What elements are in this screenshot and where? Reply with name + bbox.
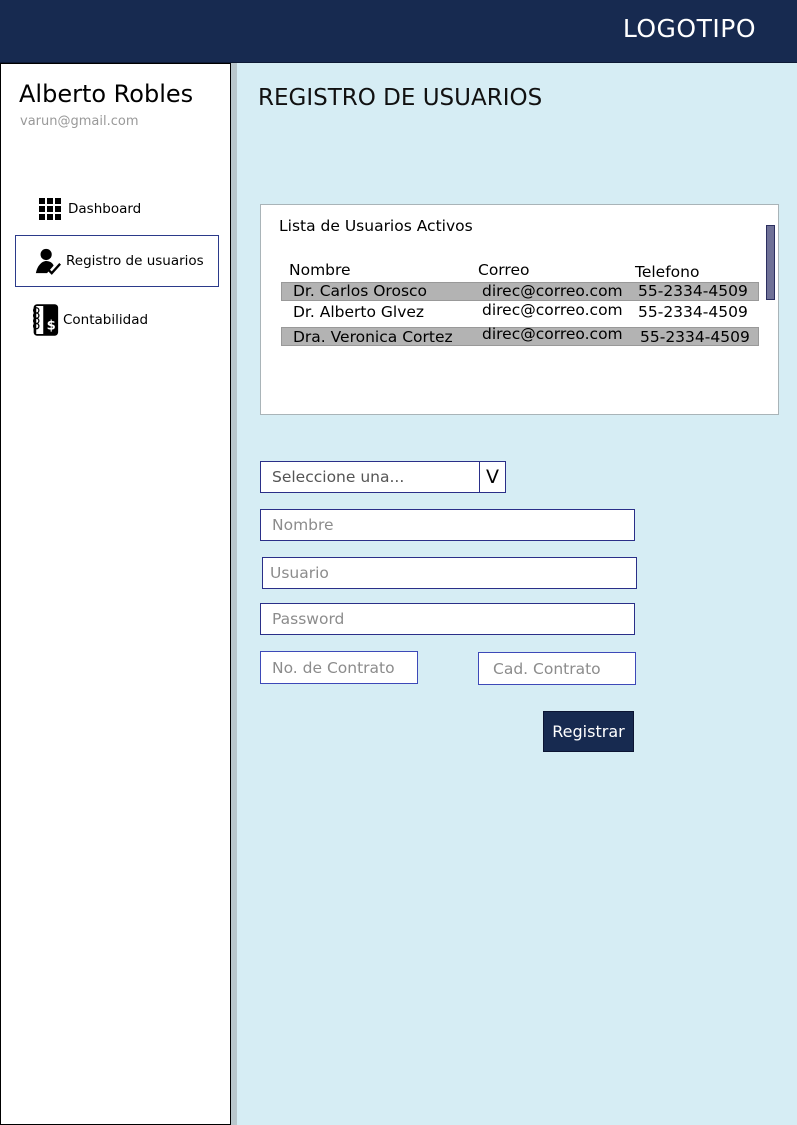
user-check-icon <box>34 246 62 276</box>
sidebar-item-label: Contabilidad <box>63 312 149 328</box>
sidebar-item-registro-usuarios[interactable]: Registro de usuarios <box>15 235 219 287</box>
column-header-nombre: Nombre <box>289 261 351 279</box>
sidebar-item-label: Dashboard <box>68 201 142 217</box>
table-row[interactable]: Dra. Veronica Cortez direc@correo.com 55… <box>281 325 759 346</box>
select-dropdown-button[interactable]: V <box>479 461 506 493</box>
sidebar-item-contabilidad[interactable]: $ Contabilidad <box>15 294 219 346</box>
page-title: REGISTRO DE USUARIOS <box>258 85 543 111</box>
panel-title: Lista de Usuarios Activos <box>279 217 473 235</box>
column-header-correo: Correo <box>478 261 530 279</box>
cell-nombre: Dr. Carlos Orosco <box>293 282 428 300</box>
cad-contrato-input[interactable]: Cad. Contrato <box>478 652 636 685</box>
role-select[interactable]: Seleccione una... <box>260 461 480 493</box>
ledger-dollar-icon: $ <box>31 301 59 339</box>
user-email: varun@gmail.com <box>20 114 139 129</box>
top-header-bar: LOGOTIPO <box>0 0 797 63</box>
usuario-input[interactable]: Usuario <box>262 557 637 589</box>
contrato-input[interactable]: No. de Contrato <box>260 651 418 684</box>
table-row[interactable]: Dr. Alberto Glvez direc@correo.com 55-23… <box>281 301 759 323</box>
cell-telefono: 55-2334-4509 <box>638 282 748 300</box>
svg-text:$: $ <box>47 319 56 334</box>
cell-correo: direc@correo.com <box>482 301 623 319</box>
cell-nombre: Dr. Alberto Glvez <box>293 303 425 321</box>
sidebar-item-dashboard[interactable]: Dashboard <box>15 183 219 235</box>
user-name: Alberto Robles <box>19 80 194 108</box>
active-users-panel: Lista de Usuarios Activos Nombre Correo … <box>260 204 779 415</box>
table-row[interactable]: Dr. Carlos Orosco direc@correo.com 55-23… <box>281 282 759 301</box>
sidebar: Alberto Robles varun@gmail.com Dashboard… <box>0 63 231 1125</box>
sidebar-divider <box>231 63 237 1125</box>
sidebar-item-label: Registro de usuarios <box>66 253 204 269</box>
logo[interactable]: LOGOTIPO <box>623 14 756 43</box>
cell-correo: direc@correo.com <box>482 325 623 343</box>
cell-nombre: Dra. Veronica Cortez <box>293 328 453 346</box>
register-button[interactable]: Registrar <box>543 711 634 752</box>
password-input[interactable]: Password <box>260 603 635 635</box>
cell-telefono: 55-2334-4509 <box>638 303 748 321</box>
scrollbar[interactable] <box>766 225 775 300</box>
cell-telefono: 55-2334-4509 <box>640 328 750 346</box>
grid-icon <box>36 198 64 220</box>
column-header-telefono: Telefono <box>635 263 700 281</box>
cell-correo: direc@correo.com <box>482 282 623 300</box>
nombre-input[interactable]: Nombre <box>260 509 635 541</box>
